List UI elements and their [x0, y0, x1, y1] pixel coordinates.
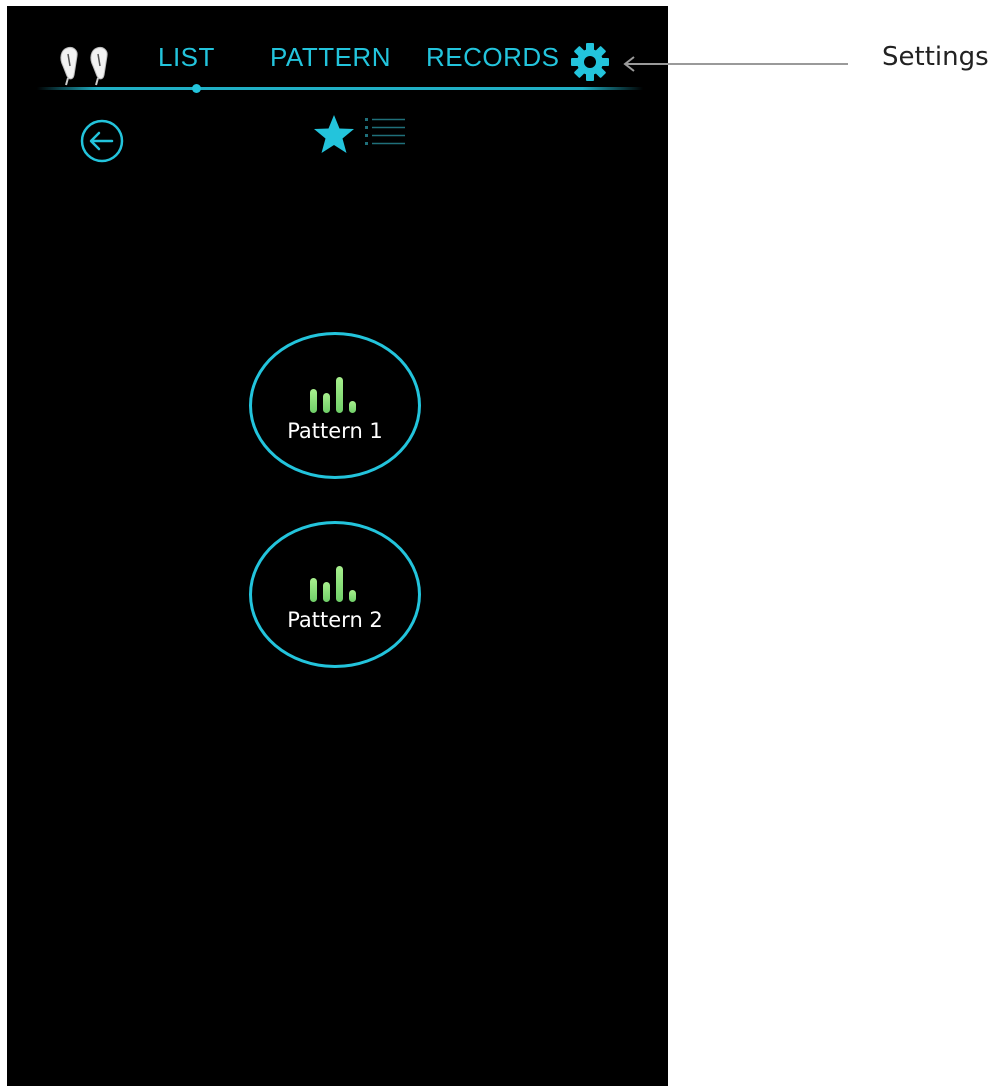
- annotation-settings-label: Settings: [882, 42, 989, 72]
- star-icon[interactable]: [313, 113, 355, 155]
- top-nav: LIST PATTERN RECORDS: [7, 6, 668, 96]
- back-arrow-circle-icon[interactable]: [79, 118, 125, 164]
- equalizer-bars-icon: [310, 377, 356, 413]
- tab-pattern[interactable]: PATTERN: [270, 42, 391, 73]
- pattern-1-label: Pattern 1: [287, 419, 383, 443]
- gear-icon[interactable]: [570, 42, 610, 82]
- pattern-2-label: Pattern 2: [287, 608, 383, 632]
- equalizer-bars-icon: [310, 566, 356, 602]
- app-screen: LIST PATTERN RECORDS Pattern 1 Pattern 2: [7, 6, 668, 1086]
- earbuds-icon[interactable]: [57, 44, 127, 86]
- pattern-1-button[interactable]: Pattern 1: [249, 332, 421, 479]
- annotation-arrow-icon: [623, 56, 848, 72]
- tab-list[interactable]: LIST: [158, 42, 215, 73]
- list-icon[interactable]: [365, 116, 409, 148]
- active-tab-indicator: [192, 84, 201, 93]
- pattern-2-button[interactable]: Pattern 2: [249, 521, 421, 668]
- tab-records[interactable]: RECORDS: [426, 42, 560, 73]
- nav-underline: [37, 87, 643, 90]
